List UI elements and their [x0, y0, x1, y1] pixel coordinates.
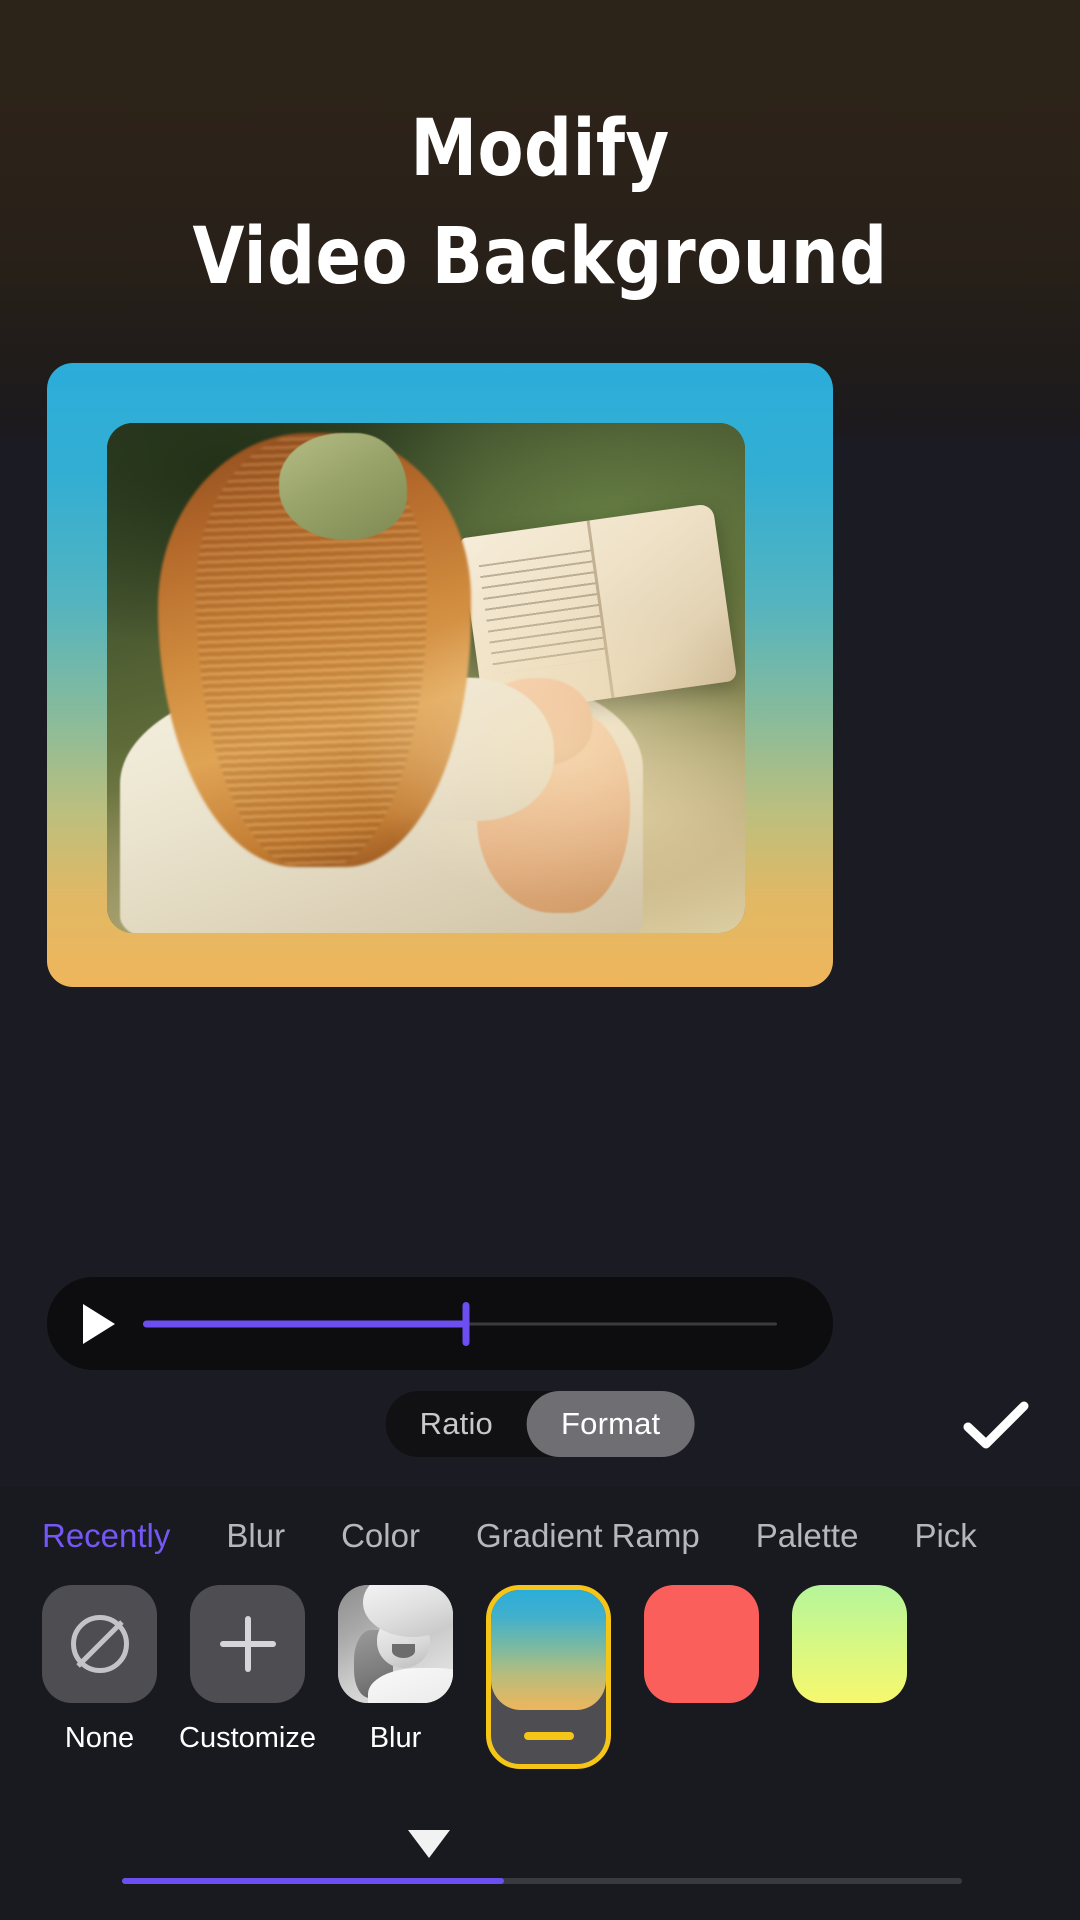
tab-format[interactable]: Format: [526, 1391, 695, 1457]
page-title-line-1: Modify: [410, 104, 670, 194]
video-frame[interactable]: [107, 423, 745, 933]
play-button[interactable]: [47, 1303, 143, 1344]
timeline-progress: [143, 1320, 467, 1327]
play-icon: [83, 1303, 115, 1344]
timeline-scrubber[interactable]: [143, 1277, 777, 1370]
tab-palette[interactable]: Palette: [756, 1517, 859, 1555]
video-preview-card[interactable]: [47, 363, 833, 987]
photo-thumbnail: [338, 1585, 453, 1703]
swatch-coral-tile[interactable]: [644, 1585, 759, 1703]
swatch-lime-tile[interactable]: [792, 1585, 907, 1703]
swatch-gradient-selected[interactable]: [486, 1585, 611, 1769]
tab-ratio[interactable]: Ratio: [386, 1391, 527, 1457]
swatch-blur[interactable]: Blur: [338, 1585, 453, 1755]
swatch-none[interactable]: None: [42, 1585, 157, 1755]
tab-color[interactable]: Color: [341, 1517, 420, 1555]
video-subject-ribbon: [279, 433, 407, 541]
playback-bar: [47, 1277, 833, 1370]
page-title-line-2: Video Background: [192, 211, 888, 302]
caret-down-icon[interactable]: [408, 1830, 450, 1858]
check-icon: [963, 1401, 1029, 1449]
swatch-none-label: None: [64, 1722, 135, 1754]
swatch-list[interactable]: None Customize Blur: [0, 1585, 1080, 1835]
swatch-none-tile[interactable]: [42, 1585, 157, 1703]
tab-gradient-ramp[interactable]: Gradient Ramp: [476, 1517, 700, 1555]
mode-segmented-control: Ratio Format: [385, 1391, 695, 1457]
confirm-button[interactable]: [960, 1397, 1032, 1453]
prohibition-icon: [70, 1615, 129, 1673]
swatch-gradient-selected-tile[interactable]: [486, 1585, 611, 1769]
swatch-customize-tile[interactable]: [190, 1585, 305, 1703]
page-title: Modify Video Background: [0, 96, 1080, 311]
swatch-customize-label: Customize: [179, 1722, 316, 1754]
swatch-selected-indicator: [523, 1732, 574, 1740]
timeline-playhead[interactable]: [462, 1301, 470, 1346]
mode-toggle-row: Ratio Format: [0, 1391, 1080, 1483]
tab-pick[interactable]: Pick: [914, 1517, 976, 1555]
swatch-gradient-preview: [491, 1590, 606, 1710]
tab-recently[interactable]: Recently: [42, 1517, 170, 1555]
scroll-thumb[interactable]: [122, 1878, 504, 1884]
swatch-blur-tile[interactable]: [338, 1585, 453, 1703]
swatch-lime[interactable]: [792, 1585, 907, 1703]
swatch-customize[interactable]: Customize: [179, 1585, 316, 1755]
screen-root: Modify Video Background Ratio Format Rec…: [0, 0, 1080, 1920]
panel-scroll-indicator[interactable]: [0, 1830, 1080, 1920]
swatch-coral[interactable]: [644, 1585, 759, 1703]
plus-icon: [220, 1616, 276, 1672]
category-tab-bar: Recently Blur Color Gradient Ramp Palett…: [0, 1487, 1080, 1585]
swatch-blur-label: Blur: [369, 1722, 422, 1754]
tab-blur[interactable]: Blur: [226, 1517, 285, 1555]
